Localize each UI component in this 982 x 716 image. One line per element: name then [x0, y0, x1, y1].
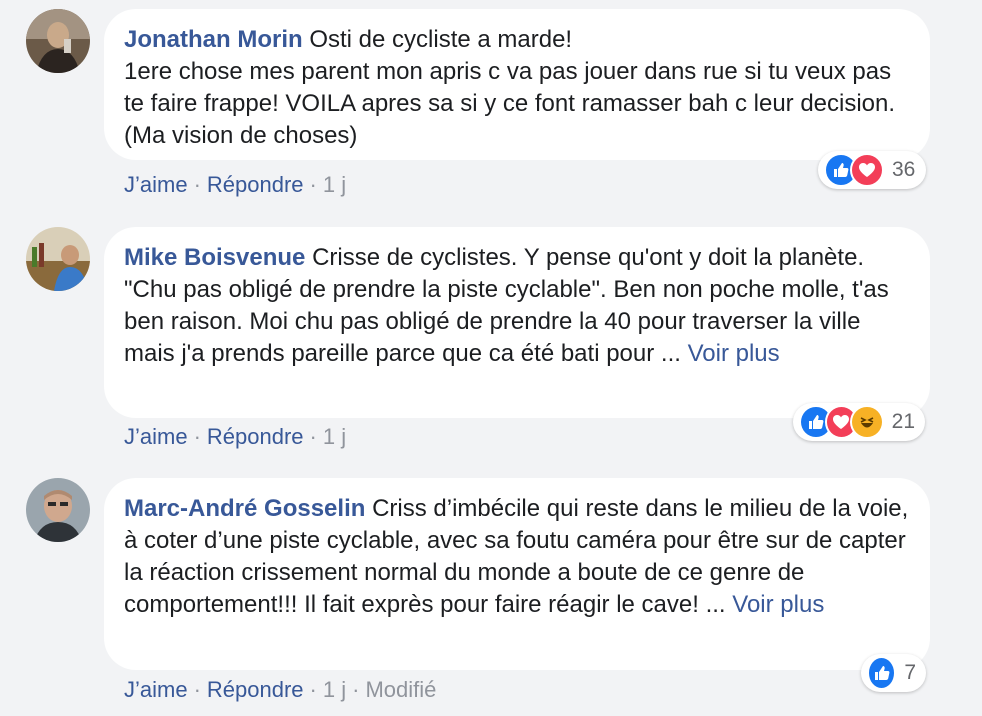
- separator: ·: [309, 424, 317, 449]
- separator: ·: [352, 677, 360, 702]
- reaction-count: 7: [904, 661, 916, 684]
- timestamp[interactable]: 1 j: [323, 172, 346, 197]
- avatar[interactable]: [26, 478, 90, 542]
- reply-link[interactable]: Répondre: [207, 677, 304, 702]
- comment-bubble: Jonathan Morin Osti de cycliste a marde!…: [104, 9, 930, 160]
- like-link[interactable]: J’aime: [124, 677, 188, 702]
- reply-link[interactable]: Répondre: [207, 424, 304, 449]
- love-icon: [850, 153, 884, 187]
- reaction-count: 36: [892, 158, 916, 181]
- reactions-summary[interactable]: 7: [861, 654, 926, 692]
- comment-author[interactable]: Marc-André Gosselin: [124, 495, 365, 522]
- separator: ·: [309, 172, 317, 197]
- timestamp[interactable]: 1 j: [323, 424, 346, 449]
- separator: ·: [193, 677, 201, 702]
- separator: ·: [193, 172, 201, 197]
- comment-actions: J’aime · Répondre · 1 j: [124, 424, 346, 450]
- separator: ·: [309, 677, 317, 702]
- reactions-summary[interactable]: 21: [793, 403, 925, 441]
- reaction-count: 21: [891, 410, 915, 433]
- reply-link[interactable]: Répondre: [207, 172, 304, 197]
- avatar[interactable]: [26, 9, 90, 73]
- haha-icon: [850, 405, 884, 439]
- comment-actions: J’aime · Répondre · 1 j: [124, 172, 346, 198]
- comment-bubble: Mike Boisvenue Crisse de cyclistes. Y pe…: [104, 227, 930, 418]
- see-more-link[interactable]: Voir plus: [732, 591, 824, 618]
- like-icon: [867, 656, 897, 690]
- comment-actions: J’aime · Répondre · 1 j · Modifié: [124, 677, 436, 703]
- timestamp[interactable]: 1 j: [323, 677, 346, 702]
- separator: ·: [193, 424, 201, 449]
- comment-author[interactable]: Mike Boisvenue: [124, 244, 305, 271]
- see-more-link[interactable]: Voir plus: [688, 340, 780, 367]
- like-link[interactable]: J’aime: [124, 424, 188, 449]
- edited-label[interactable]: Modifié: [365, 677, 436, 702]
- reactions-summary[interactable]: 36: [818, 151, 926, 189]
- like-link[interactable]: J’aime: [124, 172, 188, 197]
- comment-author[interactable]: Jonathan Morin: [124, 26, 303, 53]
- avatar[interactable]: [26, 227, 90, 291]
- comment-bubble: Marc-André Gosselin Criss d’imbécile qui…: [104, 478, 930, 670]
